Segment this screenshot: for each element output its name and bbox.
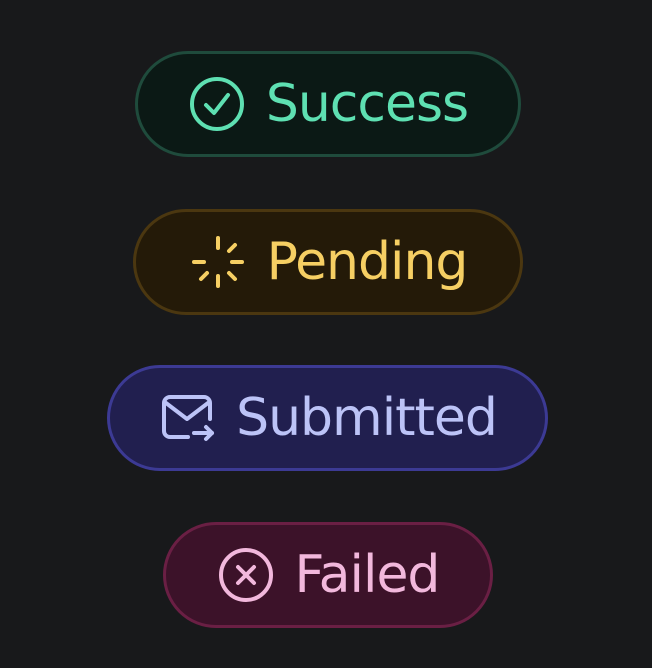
status-badge-label: Submitted: [236, 388, 498, 448]
x-circle-icon: [217, 546, 275, 604]
status-badge-label: Pending: [266, 232, 469, 292]
loader-spinner-icon: [189, 233, 247, 291]
status-badge-submitted: Submitted: [107, 365, 548, 471]
status-badge-label: Success: [265, 74, 469, 134]
status-badge-failed: Failed: [163, 522, 493, 628]
status-badge-label: Failed: [294, 545, 441, 605]
mail-forward-icon: [158, 389, 216, 447]
status-badge-success: Success: [135, 51, 521, 157]
check-circle-icon: [188, 75, 246, 133]
status-badge-pending: Pending: [133, 209, 523, 315]
